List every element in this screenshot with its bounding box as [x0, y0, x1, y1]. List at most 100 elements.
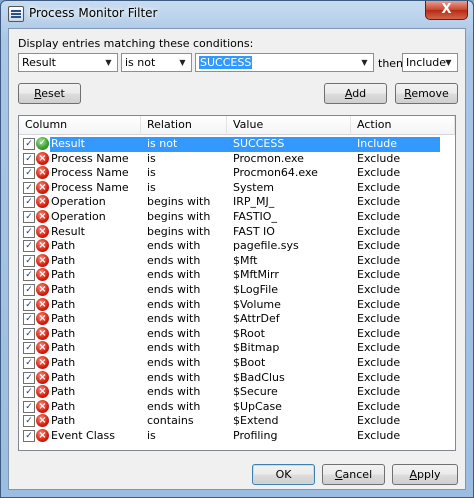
row-cell-action: Exclude	[357, 297, 401, 311]
row-enable-checkbox[interactable]: ✓	[23, 400, 35, 413]
table-row[interactable]: ✓ × Path ends with $BadClus Exclude	[19, 370, 455, 386]
table-row[interactable]: ✓ × Process Name is Procmon.exe Exclude	[19, 151, 455, 167]
action-select[interactable]: Include	[402, 53, 458, 72]
row-cell-value: $Root	[233, 326, 265, 340]
exclude-x-icon: ×	[36, 166, 49, 180]
table-row[interactable]: ✓ × Path ends with $AttrDef Exclude	[19, 312, 455, 327]
row-cell-relation: ends with	[147, 268, 201, 282]
column-header-column[interactable]: Column	[19, 116, 141, 135]
value-input[interactable]: SUCCESS	[195, 53, 374, 72]
exclude-x-icon: ×	[36, 370, 49, 384]
row-enable-checkbox[interactable]: ✓	[23, 181, 35, 194]
row-cell-action: Exclude	[357, 429, 401, 442]
row-enable-checkbox[interactable]: ✓	[23, 430, 35, 442]
row-enable-checkbox[interactable]: ✓	[23, 138, 35, 150]
exclude-x-icon: ×	[36, 399, 49, 413]
row-enable-checkbox[interactable]: ✓	[23, 167, 35, 180]
table-row[interactable]: ✓ × Path ends with $MftMirr Exclude	[19, 268, 455, 283]
row-enable-checkbox[interactable]: ✓	[23, 357, 35, 369]
table-row[interactable]: ✓ × Operation begins with FASTIO_ Exclude	[19, 210, 455, 225]
column-select[interactable]: Result	[18, 53, 118, 72]
row-cell-action: Exclude	[357, 210, 401, 223]
row-cell-relation: begins with	[147, 210, 211, 223]
row-cell-relation: ends with	[147, 341, 201, 355]
value-input-text: SUCCESS	[199, 56, 253, 69]
procmon-filter-icon	[8, 6, 24, 22]
row-cell-column: Path	[51, 253, 76, 267]
table-row[interactable]: ✓ × Path ends with $Mft Exclude	[19, 253, 455, 269]
table-row[interactable]: ✓ × Path ends with $UpCase Exclude	[19, 399, 455, 415]
row-cell-action: Exclude	[357, 195, 401, 209]
row-enable-checkbox[interactable]: ✓	[23, 313, 35, 326]
table-row[interactable]: ✓ × Path ends with $Bitmap Exclude	[19, 341, 455, 356]
table-row[interactable]: ✓ × Result begins with FAST IO Exclude	[19, 224, 455, 240]
chevron-down-icon[interactable]	[176, 56, 189, 69]
row-cell-action: Exclude	[357, 224, 401, 238]
remove-button[interactable]: Remove	[395, 83, 458, 104]
close-button[interactable]: X	[425, 1, 468, 20]
table-row[interactable]: ✓ × Event Class is Profiling Exclude	[19, 429, 455, 444]
filter-list[interactable]: Column Relation Value Action ✓ ✓ Result is …	[18, 115, 456, 451]
chevron-down-icon[interactable]	[102, 56, 115, 69]
add-button[interactable]: Add	[324, 83, 387, 104]
table-row[interactable]: ✓ × Path ends with $Secure Exclude	[19, 385, 455, 400]
exclude-x-icon: ×	[36, 239, 49, 253]
row-cell-relation: ends with	[147, 399, 201, 413]
exclude-x-icon: ×	[36, 283, 49, 296]
row-enable-checkbox[interactable]: ✓	[23, 415, 35, 428]
exclude-x-icon: ×	[36, 356, 49, 369]
row-cell-relation: ends with	[147, 283, 201, 296]
row-enable-checkbox[interactable]: ✓	[23, 152, 35, 165]
table-row[interactable]: ✓ × Path ends with $Volume Exclude	[19, 297, 455, 313]
relation-select[interactable]: is not	[121, 53, 192, 72]
chevron-down-icon[interactable]	[442, 56, 455, 69]
column-header-relation[interactable]: Relation	[141, 116, 227, 135]
row-cell-column: Result	[51, 137, 85, 150]
row-cell-column: Operation	[51, 210, 106, 223]
row-cell-action: Exclude	[357, 356, 401, 369]
table-row[interactable]: ✓ ✓ Result is not SUCCESS Include	[19, 137, 455, 152]
exclude-x-icon: ×	[36, 326, 49, 340]
row-cell-action: Exclude	[357, 268, 401, 282]
row-cell-relation: ends with	[147, 239, 201, 253]
row-enable-checkbox[interactable]: ✓	[23, 386, 35, 399]
row-cell-column: Path	[51, 385, 76, 399]
table-row[interactable]: ✓ × Process Name is System Exclude	[19, 180, 455, 196]
row-enable-checkbox[interactable]: ✓	[23, 327, 35, 340]
row-cell-action: Exclude	[357, 283, 401, 296]
table-row[interactable]: ✓ × Path contains $Extend Exclude	[19, 414, 455, 429]
cancel-button[interactable]: Cancel	[322, 464, 385, 485]
chevron-down-icon[interactable]	[358, 56, 371, 69]
table-row[interactable]: ✓ × Process Name is Procmon64.exe Exclude	[19, 166, 455, 181]
row-enable-checkbox[interactable]: ✓	[23, 196, 35, 209]
row-enable-checkbox[interactable]: ✓	[23, 371, 35, 384]
title-bar[interactable]: Process Monitor Filter X	[1, 1, 473, 27]
row-cell-value: Procmon64.exe	[233, 166, 318, 180]
row-enable-checkbox[interactable]: ✓	[23, 298, 35, 311]
table-row[interactable]: ✓ × Path ends with pagefile.sys Exclude	[19, 239, 455, 254]
row-enable-checkbox[interactable]: ✓	[23, 254, 35, 267]
row-cell-column: Result	[51, 224, 85, 238]
column-header-action[interactable]: Action	[351, 116, 455, 135]
row-enable-checkbox[interactable]: ✓	[23, 284, 35, 296]
row-enable-checkbox[interactable]: ✓	[23, 342, 35, 355]
row-cell-column: Path	[51, 370, 76, 384]
row-cell-relation: ends with	[147, 370, 201, 384]
table-row[interactable]: ✓ × Path ends with $Boot Exclude	[19, 356, 455, 371]
row-cell-relation: is	[147, 429, 156, 442]
table-row[interactable]: ✓ × Operation begins with IRP_MJ_ Exclude	[19, 195, 455, 210]
ok-button[interactable]: OK	[252, 464, 315, 485]
row-enable-checkbox[interactable]: ✓	[23, 269, 35, 282]
row-enable-checkbox[interactable]: ✓	[23, 240, 35, 253]
row-enable-checkbox[interactable]: ✓	[23, 211, 35, 223]
column-header-value[interactable]: Value	[227, 116, 351, 135]
table-row[interactable]: ✓ × Path ends with $LogFile Exclude	[19, 283, 455, 298]
relation-select-value: is not	[125, 56, 156, 69]
apply-button[interactable]: Apply	[392, 464, 458, 485]
row-cell-value: $Extend	[233, 414, 279, 428]
row-enable-checkbox[interactable]: ✓	[23, 225, 35, 238]
reset-button[interactable]: Reset	[18, 83, 81, 104]
include-check-icon: ✓	[36, 137, 49, 150]
row-cell-column: Path	[51, 268, 76, 282]
table-row[interactable]: ✓ × Path ends with $Root Exclude	[19, 326, 455, 342]
